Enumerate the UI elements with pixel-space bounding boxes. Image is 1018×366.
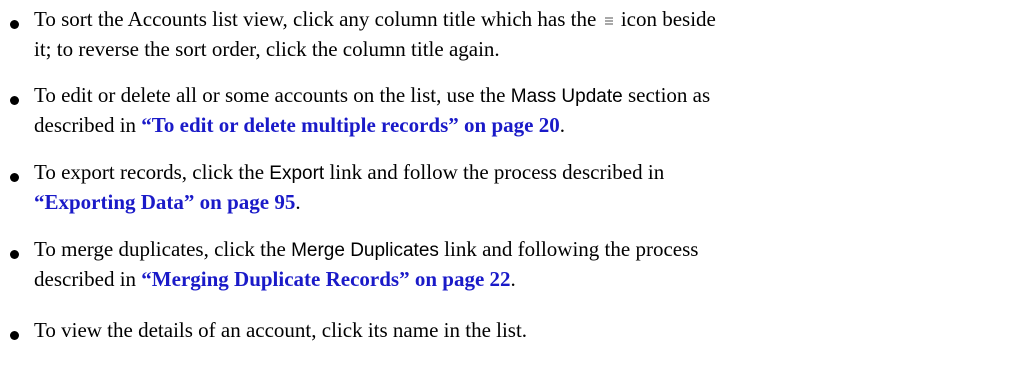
text-fragment: described in	[34, 113, 142, 137]
text-fragment: icon beside	[615, 7, 716, 31]
document-page: To sort the Accounts list view, click an…	[0, 0, 1018, 366]
bullet-dot	[10, 20, 19, 29]
list-item-text: To sort the Accounts list view, click an…	[34, 4, 1010, 64]
text-fragment: To sort the Accounts list view, click an…	[34, 7, 602, 31]
text-line: To view the details of an account, click…	[34, 315, 1010, 345]
text-line: described in “To edit or delete multiple…	[34, 110, 1010, 140]
link-merging-duplicate-records[interactable]: “Merging Duplicate Records” on page 22	[141, 267, 510, 291]
link-exporting-data[interactable]: “Exporting Data” on page 95	[34, 190, 295, 214]
link-edit-delete-multiple-records[interactable]: “To edit or delete multiple records” on …	[141, 113, 559, 137]
text-fragment: link and following the process	[438, 237, 699, 261]
bullet-dot	[10, 331, 19, 340]
bullet-dot	[10, 96, 19, 105]
list-item-text: To edit or delete all or some accounts o…	[34, 80, 1010, 140]
text-fragment: link and follow the process described in	[324, 160, 665, 184]
text-line: it; to reverse the sort order, click the…	[34, 34, 1010, 64]
text-fragment: .	[295, 190, 301, 214]
ui-term-export: Export	[269, 163, 325, 184]
text-fragment: .	[559, 113, 565, 137]
list-item-text: To view the details of an account, click…	[34, 315, 1010, 345]
list-item-text: To export records, click the Export link…	[34, 157, 1010, 217]
text-fragment: To merge duplicates, click the	[34, 237, 292, 261]
text-line: To edit or delete all or some accounts o…	[34, 80, 1010, 110]
bullet-dot	[10, 250, 19, 259]
bullet-dot	[10, 173, 19, 182]
text-fragment: described in	[34, 267, 142, 291]
text-line: described in “Merging Duplicate Records”…	[34, 264, 1010, 294]
text-fragment: To view the details of an account, click…	[34, 318, 528, 342]
text-fragment: To edit or delete all or some accounts o…	[34, 83, 511, 107]
text-line: To merge duplicates, click the Merge Dup…	[34, 234, 1010, 264]
ui-term-mass-update: Mass Update	[510, 86, 623, 107]
text-fragment: To export records, click the	[34, 160, 270, 184]
text-line: To export records, click the Export link…	[34, 157, 1010, 187]
list-item-text: To merge duplicates, click the Merge Dup…	[34, 234, 1010, 294]
text-fragment: .	[510, 267, 516, 291]
text-line: “Exporting Data” on page 95.	[34, 187, 1010, 217]
text-fragment: it; to reverse the sort order, click the…	[34, 37, 500, 61]
ui-term-merge-duplicates: Merge Duplicates	[291, 240, 439, 261]
text-line: To sort the Accounts list view, click an…	[34, 4, 1010, 34]
text-fragment: section as	[622, 83, 711, 107]
sort-icon	[604, 15, 614, 27]
